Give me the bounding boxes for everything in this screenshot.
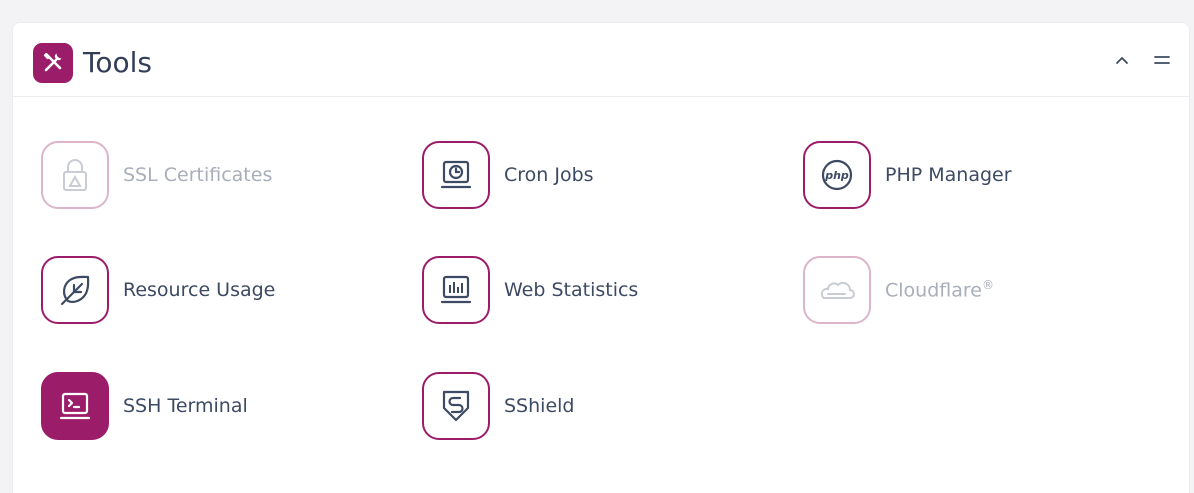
bar-chart-monitor-icon [422,256,490,324]
lock-icon [41,141,109,209]
panel-title: Tools [83,46,152,79]
collapse-button[interactable] [1109,47,1135,73]
tool-label: Cloudflare® [885,278,994,302]
tool-label: Web Statistics [504,279,639,301]
tool-label: PHP Manager [885,164,1012,186]
tool-label: SShield [504,395,575,417]
tool-ssl-certificates[interactable]: SSL Certificates [41,139,272,211]
menu-button[interactable] [1149,47,1175,73]
tool-label: SSH Terminal [123,395,248,417]
tool-ssh-terminal[interactable]: SSH Terminal [41,370,248,442]
tools-icon [33,43,73,83]
menu-icon [1154,56,1170,64]
tool-sshield[interactable]: SShield [422,370,574,442]
tool-cloudflare[interactable]: Cloudflare® [803,254,994,326]
tool-resource-usage[interactable]: Resource Usage [41,254,275,326]
tool-php-manager[interactable]: php PHP Manager [803,139,1012,211]
leaf-icon [41,256,109,324]
tools-panel: Tools SSL Certificates Cron Jobs php PHP… [12,22,1190,493]
clock-monitor-icon [422,141,490,209]
tool-web-statistics[interactable]: Web Statistics [422,254,638,326]
tool-label: SSL Certificates [123,164,273,186]
panel-header: Tools [13,23,1189,97]
tool-label: Resource Usage [123,279,276,301]
shield-icon [422,372,490,440]
cloud-icon [803,256,871,324]
tool-label: Cron Jobs [504,164,594,186]
php-icon: php [803,141,871,209]
svg-text:php: php [824,169,849,182]
terminal-icon [41,372,109,440]
chevron-up-icon [1116,57,1128,64]
tool-cron-jobs[interactable]: Cron Jobs [422,139,594,211]
